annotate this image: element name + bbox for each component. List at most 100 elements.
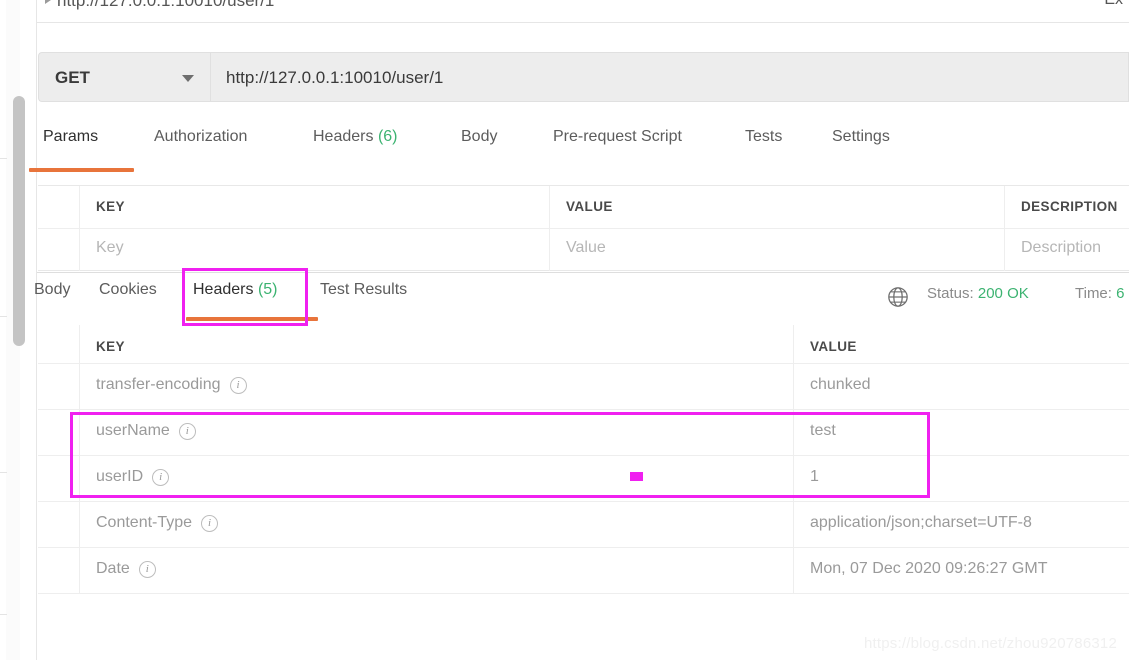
- param-key-placeholder: Key: [96, 239, 124, 256]
- header-value: chunked: [810, 376, 871, 393]
- tab-label: Cookies: [99, 281, 157, 298]
- response-tab-headers[interactable]: Headers (5): [193, 281, 278, 299]
- header-value: 1: [810, 468, 819, 485]
- header-key: Date: [96, 560, 130, 577]
- tab-pre-request-script[interactable]: Pre-request Script: [553, 128, 682, 146]
- annotation-dash-mark: [630, 472, 643, 481]
- response-column-value: VALUE: [793, 325, 1129, 363]
- response-divider: [37, 272, 1129, 273]
- outer-scrollbar-track[interactable]: [6, 0, 25, 660]
- header-value-cell: 1: [793, 455, 1129, 501]
- column-label: KEY: [96, 339, 125, 354]
- params-table-row: Key Value Description: [38, 229, 1129, 271]
- table-row: userID i 1: [38, 455, 1129, 502]
- params-column-key: KEY: [80, 186, 550, 228]
- tab-headers[interactable]: Headers (6): [313, 128, 398, 146]
- status-indicator: Status: 200 OK: [927, 285, 1029, 302]
- column-label: VALUE: [810, 339, 857, 354]
- row-pad-cell: [38, 455, 80, 501]
- url-bar: GET http://127.0.0.1:10010/user/1: [38, 52, 1129, 102]
- param-value-input[interactable]: Value: [550, 229, 1005, 271]
- row-pad-cell: [38, 547, 80, 593]
- header-value-cell: Mon, 07 Dec 2020 09:26:27 GMT: [793, 547, 1129, 593]
- params-column-value: VALUE: [550, 186, 1005, 228]
- table-row: userName i test: [38, 409, 1129, 456]
- header-value: test: [810, 422, 836, 439]
- column-label: KEY: [96, 199, 125, 214]
- request-tab-strip: http://127.0.0.1:10010/user/1 Ex: [37, 0, 1129, 23]
- response-tabs: Body Cookies Headers (5) Test Results St…: [34, 281, 1129, 325]
- param-description-input[interactable]: Description: [1005, 229, 1129, 271]
- header-value-cell: application/json;charset=UTF-8: [793, 501, 1129, 547]
- header-key: userID: [96, 468, 144, 485]
- tab-tests[interactable]: Tests: [745, 128, 782, 146]
- examples-label[interactable]: Ex: [1104, 0, 1123, 9]
- params-header-check-cell: [38, 186, 80, 228]
- tab-label: Body: [34, 281, 71, 298]
- caret-right-icon: [45, 0, 51, 4]
- tab-params[interactable]: Params: [43, 128, 98, 146]
- info-icon[interactable]: i: [201, 515, 219, 532]
- tab-label: Test Results: [320, 281, 408, 298]
- response-headers-table: KEY VALUE transfer-encoding i chunked use…: [38, 325, 1129, 600]
- active-tab-underline: [29, 168, 134, 172]
- header-key-cell: Date i: [80, 547, 793, 593]
- info-icon[interactable]: i: [229, 377, 247, 394]
- params-table-header-row: KEY VALUE DESCRIPTION: [38, 186, 1129, 229]
- tab-settings[interactable]: Settings: [832, 128, 890, 146]
- tab-authorization[interactable]: Authorization: [154, 128, 247, 146]
- params-table: KEY VALUE DESCRIPTION Key Value Descript…: [38, 185, 1129, 271]
- response-headers-header-row: KEY VALUE: [38, 325, 1129, 364]
- url-input[interactable]: http://127.0.0.1:10010/user/1: [210, 52, 1129, 102]
- header-key-cell: transfer-encoding i: [80, 363, 793, 409]
- info-icon[interactable]: i: [138, 561, 156, 578]
- tab-label: Settings: [832, 128, 890, 145]
- column-label: DESCRIPTION: [1021, 199, 1118, 214]
- response-column-key: KEY: [80, 325, 793, 363]
- response-tab-body[interactable]: Body: [34, 281, 70, 299]
- status-value: 200 OK: [977, 285, 1029, 302]
- tab-count: (5): [257, 281, 278, 298]
- header-value-cell: test: [793, 409, 1129, 455]
- header-key-cell: userName i: [80, 409, 793, 455]
- table-row: Date i Mon, 07 Dec 2020 09:26:27 GMT: [38, 547, 1129, 594]
- gutter-tick: [0, 614, 7, 615]
- postman-window: http://127.0.0.1:10010/user/1 Ex GET htt…: [0, 0, 1129, 660]
- param-value-placeholder: Value: [566, 239, 606, 256]
- header-key-cell: Content-Type i: [80, 501, 793, 547]
- gutter-tick: [0, 472, 7, 473]
- tab-label: Body: [461, 128, 498, 145]
- time-label: Time:: [1075, 285, 1112, 302]
- response-tab-test-results[interactable]: Test Results: [320, 281, 407, 299]
- header-key: transfer-encoding: [96, 376, 221, 393]
- info-icon[interactable]: i: [152, 469, 170, 486]
- table-row: transfer-encoding i chunked: [38, 363, 1129, 410]
- globe-icon: [888, 287, 908, 307]
- outer-scrollbar-thumb[interactable]: [13, 96, 25, 346]
- param-description-placeholder: Description: [1021, 239, 1102, 256]
- left-gutter: [0, 0, 36, 660]
- tab-label: Headers: [313, 128, 374, 145]
- active-request-tab-label: http://127.0.0.1:10010/user/1: [57, 0, 275, 10]
- url-text: http://127.0.0.1:10010/user/1: [226, 68, 444, 87]
- header-key: userName: [96, 422, 170, 439]
- method-dropdown[interactable]: GET: [38, 52, 210, 102]
- tab-label: Authorization: [154, 128, 248, 145]
- info-icon[interactable]: i: [178, 423, 196, 440]
- tab-body[interactable]: Body: [461, 128, 497, 146]
- param-key-input[interactable]: Key: [80, 229, 550, 271]
- tab-label: Pre-request Script: [553, 128, 682, 145]
- header-key-cell: userID i: [80, 455, 793, 501]
- row-pad-cell: [38, 409, 80, 455]
- request-tabs: Params Authorization Headers (6) Body Pr…: [29, 128, 1129, 174]
- header-key: Content-Type: [96, 514, 193, 531]
- header-value: Mon, 07 Dec 2020 09:26:27 GMT: [810, 560, 1048, 577]
- response-tab-cookies[interactable]: Cookies: [99, 281, 157, 299]
- time-indicator: Time: 6: [1075, 285, 1124, 302]
- table-row: Content-Type i application/json;charset=U…: [38, 501, 1129, 548]
- header-value-cell: chunked: [793, 363, 1129, 409]
- active-request-tab[interactable]: http://127.0.0.1:10010/user/1: [45, 0, 274, 11]
- params-column-description: DESCRIPTION: [1005, 186, 1129, 228]
- param-row-checkbox-cell[interactable]: [38, 229, 80, 271]
- method-label: GET: [55, 68, 90, 87]
